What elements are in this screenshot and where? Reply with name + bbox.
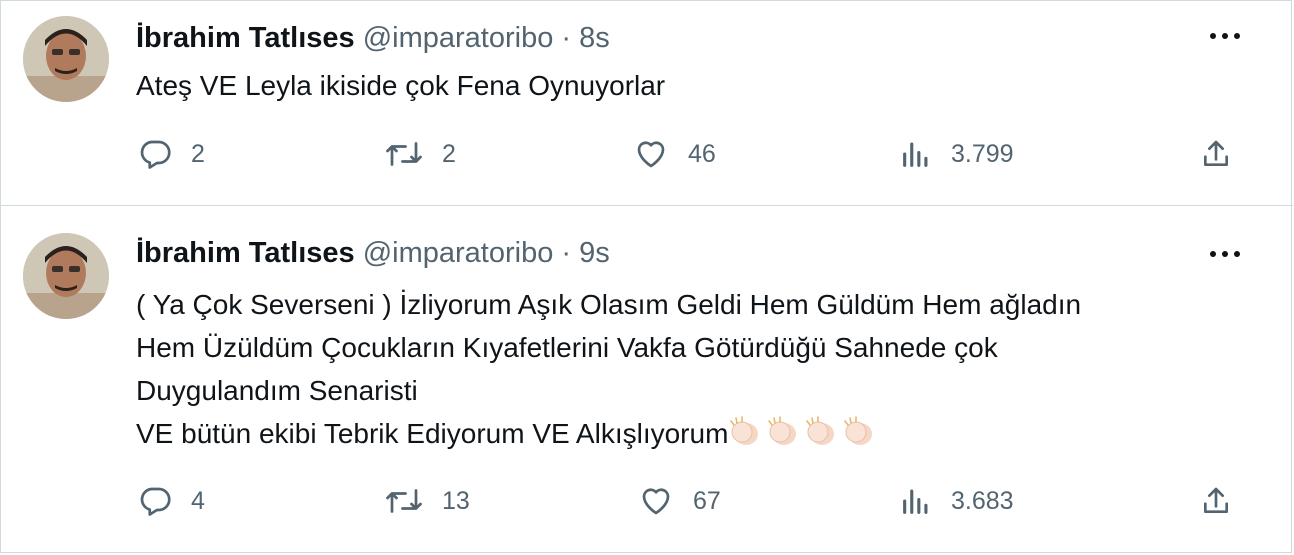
like-count: 67 — [693, 486, 721, 515]
retweet-button[interactable]: 2 — [384, 134, 456, 174]
like-icon — [632, 136, 670, 172]
tweet-header: İbrahim Tatlıses @imparatoribo · 8s — [136, 20, 610, 56]
share-icon — [1200, 483, 1232, 519]
avatar[interactable] — [23, 233, 109, 319]
retweet-icon — [384, 136, 424, 172]
like-button[interactable]: 67 — [637, 481, 721, 521]
tweet-text-line: Hem Üzüldüm Çocukların Kıyafetlerini Vak… — [136, 332, 998, 363]
author-handle[interactable]: @imparatoribo — [363, 237, 554, 269]
tweet-text-line: VE bütün ekibi Tebrik Ediyorum VE Alkışl… — [136, 418, 729, 449]
tweet-text-line: ( Ya Çok Severseni ) İzliyorum Aşık Olas… — [136, 289, 1082, 320]
retweet-button[interactable]: 13 — [384, 481, 470, 521]
reply-icon — [137, 483, 173, 519]
reply-button[interactable]: 2 — [137, 134, 205, 174]
timestamp[interactable]: 8s — [579, 22, 610, 54]
action-bar: 2 2 46 3.799 — [1, 134, 1293, 174]
views-icon — [899, 136, 933, 172]
clapping-hands-icon — [806, 416, 835, 445]
views-count: 3.683 — [951, 486, 1014, 515]
clapping-hands-icon — [768, 416, 797, 445]
author-name[interactable]: İbrahim Tatlıses — [136, 237, 355, 269]
reply-count: 2 — [191, 139, 205, 168]
share-button[interactable] — [1200, 481, 1232, 521]
timestamp[interactable]: 9s — [579, 237, 610, 269]
like-button[interactable]: 46 — [632, 134, 716, 174]
more-icon[interactable] — [1207, 30, 1243, 42]
like-count: 46 — [688, 139, 716, 168]
avatar[interactable] — [23, 16, 109, 102]
clapping-hands-icon — [730, 416, 759, 445]
clapping-hands-icon — [844, 416, 873, 445]
tweet-text-line: Duygulandım Senaristi — [136, 375, 418, 406]
tweet-text: Ateş VE Leyla ikiside çok Fena Oynuyorla… — [136, 68, 1263, 104]
share-icon — [1200, 136, 1232, 172]
author-name[interactable]: İbrahim Tatlıses — [136, 22, 355, 54]
tweet[interactable]: İbrahim Tatlıses @imparatoribo · 9s ( Ya… — [1, 205, 1293, 554]
author-handle[interactable]: @imparatoribo — [363, 22, 554, 54]
views-button[interactable]: 3.799 — [899, 134, 1014, 174]
tweet-header: İbrahim Tatlıses @imparatoribo · 9s — [136, 235, 610, 271]
views-count: 3.799 — [951, 139, 1014, 168]
action-bar: 4 13 67 3.683 — [1, 481, 1293, 521]
tweet-text-line: Ateş VE Leyla ikiside çok Fena Oynuyorla… — [136, 70, 666, 101]
reply-button[interactable]: 4 — [137, 481, 205, 521]
reply-count: 4 — [191, 486, 205, 515]
separator-dot: · — [561, 22, 572, 54]
more-icon[interactable] — [1207, 248, 1243, 260]
views-button[interactable]: 3.683 — [899, 481, 1014, 521]
share-button[interactable] — [1200, 134, 1232, 174]
views-icon — [899, 483, 933, 519]
reply-icon — [137, 136, 173, 172]
retweet-icon — [384, 483, 424, 519]
tweet[interactable]: İbrahim Tatlıses @imparatoribo · 8s Ateş… — [1, 0, 1293, 205]
tweet-text-line-with-emoji: VE bütün ekibi Tebrik Ediyorum VE Alkışl… — [136, 412, 1263, 455]
tweet-text: ( Ya Çok Severseni ) İzliyorum Aşık Olas… — [136, 283, 1263, 455]
separator-dot: · — [561, 237, 572, 269]
retweet-count: 13 — [442, 486, 470, 515]
like-icon — [637, 483, 675, 519]
clap-emoji-group — [728, 416, 880, 449]
retweet-count: 2 — [442, 139, 456, 168]
